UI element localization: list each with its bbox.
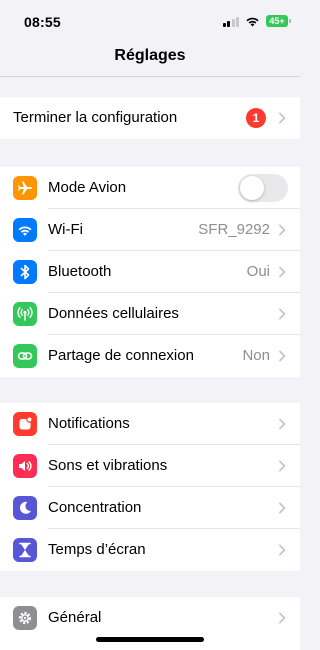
chevron-right-icon bbox=[279, 112, 286, 124]
chevron-right-icon bbox=[279, 266, 286, 278]
wifi-label: Wi-Fi bbox=[48, 221, 83, 238]
chevron-right-icon bbox=[279, 502, 286, 514]
screen-time-label: Temps d’écran bbox=[48, 541, 146, 558]
notifications-icon bbox=[13, 412, 37, 436]
wifi-value: SFR_9292 bbox=[198, 221, 270, 238]
battery-icon: 45+ bbox=[266, 15, 291, 27]
cellular-signal-icon bbox=[222, 16, 239, 27]
focus-row[interactable]: Concentration bbox=[0, 487, 300, 529]
gear-icon bbox=[13, 606, 37, 630]
wifi-row[interactable]: Wi-Fi SFR_9292 bbox=[0, 209, 300, 251]
bluetooth-label: Bluetooth bbox=[48, 263, 112, 280]
home-indicator[interactable] bbox=[96, 637, 204, 642]
setup-badge: 1 bbox=[246, 108, 266, 128]
airplane-mode-row: Mode Avion bbox=[0, 167, 300, 209]
finish-setup-label: Terminer la configuration bbox=[13, 109, 178, 126]
wifi-status-icon bbox=[246, 17, 259, 26]
network-group: Mode Avion Wi-Fi SFR_9292 Bluetooth Oui bbox=[0, 167, 300, 377]
sounds-row[interactable]: Sons et vibrations bbox=[0, 445, 300, 487]
setup-group: Terminer la configuration 1 bbox=[0, 97, 300, 139]
cellular-data-label: Données cellulaires bbox=[48, 305, 179, 322]
wifi-icon bbox=[13, 218, 37, 242]
finish-setup-row[interactable]: Terminer la configuration 1 bbox=[0, 97, 300, 139]
toggle-knob bbox=[240, 176, 264, 200]
chevron-right-icon bbox=[279, 460, 286, 472]
hourglass-icon bbox=[13, 538, 37, 562]
status-bar: 08:55 45+ bbox=[0, 0, 300, 44]
hotspot-label: Partage de connexion bbox=[48, 347, 194, 364]
general-group: Général bbox=[0, 597, 300, 650]
screen-time-row[interactable]: Temps d’écran bbox=[0, 529, 300, 571]
chevron-right-icon bbox=[279, 308, 286, 320]
page-title: Réglages bbox=[114, 47, 186, 64]
status-time: 08:55 bbox=[24, 14, 61, 30]
bluetooth-icon bbox=[13, 260, 37, 284]
chevron-right-icon bbox=[279, 544, 286, 556]
notifications-label: Notifications bbox=[48, 415, 130, 432]
sounds-label: Sons et vibrations bbox=[48, 457, 168, 474]
chevron-right-icon bbox=[279, 612, 286, 624]
chevron-right-icon bbox=[279, 350, 286, 362]
status-icons: 45+ bbox=[222, 15, 291, 27]
hotspot-value: Non bbox=[242, 347, 270, 364]
airplane-mode-label: Mode Avion bbox=[48, 179, 127, 196]
cellular-icon bbox=[13, 302, 37, 326]
hotspot-icon bbox=[13, 344, 37, 368]
chevron-right-icon bbox=[279, 224, 286, 236]
airplane-mode-toggle[interactable] bbox=[238, 174, 288, 202]
general-label: Général bbox=[48, 609, 102, 626]
focus-label: Concentration bbox=[48, 499, 142, 516]
bluetooth-value: Oui bbox=[246, 263, 270, 280]
notifications-group: Notifications Sons et vibrations Concent… bbox=[0, 403, 300, 571]
notifications-row[interactable]: Notifications bbox=[0, 403, 300, 445]
sound-icon bbox=[13, 454, 37, 478]
chevron-right-icon bbox=[279, 418, 286, 430]
moon-icon bbox=[13, 496, 37, 520]
nav-divider bbox=[0, 76, 300, 77]
general-row[interactable]: Général bbox=[0, 597, 300, 639]
bluetooth-row[interactable]: Bluetooth Oui bbox=[0, 251, 300, 293]
cellular-data-row[interactable]: Données cellulaires bbox=[0, 293, 300, 335]
hotspot-row[interactable]: Partage de connexion Non bbox=[0, 335, 300, 377]
airplane-icon bbox=[13, 176, 37, 200]
